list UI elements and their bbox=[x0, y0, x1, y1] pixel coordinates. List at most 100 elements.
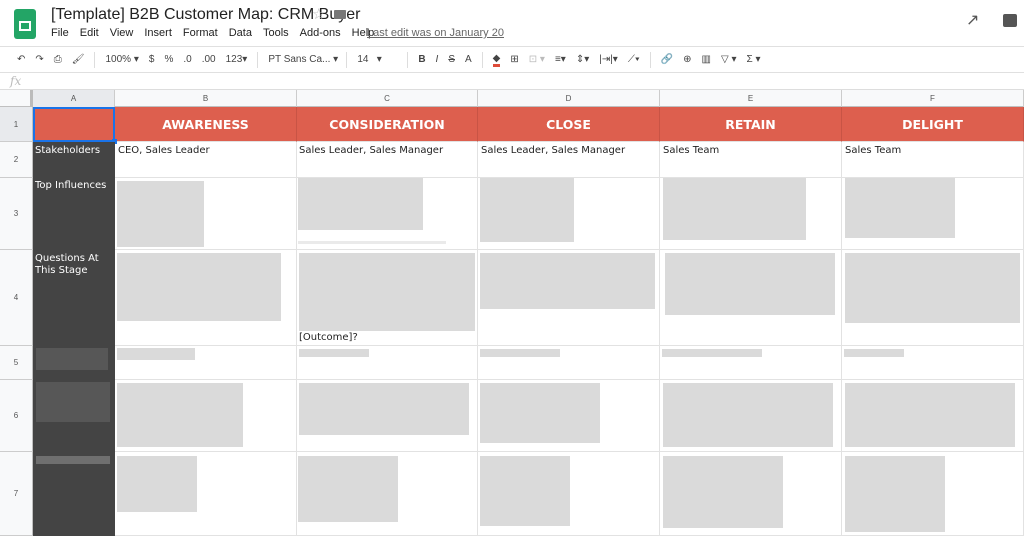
formula-bar[interactable] bbox=[0, 73, 1024, 90]
redacted-label bbox=[36, 348, 108, 370]
currency-button[interactable]: $ bbox=[149, 54, 155, 65]
stage-close[interactable]: CLOSE bbox=[478, 107, 660, 142]
select-all-corner[interactable] bbox=[0, 90, 33, 107]
menu-file[interactable]: File bbox=[51, 27, 69, 39]
horizontal-align-icon[interactable]: ≡▾ bbox=[555, 54, 566, 65]
redacted-text bbox=[845, 178, 955, 238]
cell-c4-fragment: [Outcome]? bbox=[299, 332, 358, 343]
redacted-text bbox=[663, 383, 833, 447]
redacted-text bbox=[844, 349, 904, 357]
vertical-align-icon[interactable]: ⇕▾ bbox=[576, 54, 589, 65]
menu-tools[interactable]: Tools bbox=[263, 27, 289, 39]
font-size-select[interactable]: 14 ▾ bbox=[357, 54, 397, 65]
cell-b2[interactable]: CEO, Sales Leader bbox=[118, 145, 210, 156]
title-bar: [Template] B2B Customer Map: CRM Buyer ☆… bbox=[0, 0, 1024, 46]
menu-addons[interactable]: Add-ons bbox=[300, 27, 341, 39]
fill-color-icon[interactable]: ◆ bbox=[492, 53, 501, 67]
text-rotation-icon[interactable]: ⟋▾ bbox=[628, 54, 640, 65]
label-top-influences[interactable]: Top Influences bbox=[35, 180, 106, 191]
paint-format-icon[interactable]: 🖌 bbox=[72, 54, 85, 65]
column-header-f[interactable]: F bbox=[842, 90, 1024, 107]
row-header-2[interactable]: 2 bbox=[0, 142, 33, 178]
menu-view[interactable]: View bbox=[110, 27, 134, 39]
toolbar: ↶ ↷ ⎙ 🖌 100% ▾ $ % .0 .00 123▾ PT Sans C… bbox=[0, 46, 1024, 73]
strikethrough-button[interactable]: S bbox=[448, 54, 455, 65]
bold-button[interactable]: B bbox=[418, 54, 425, 65]
row-header-1[interactable]: 1 bbox=[0, 107, 33, 142]
insert-comment-icon[interactable]: ⊕ bbox=[683, 54, 691, 65]
divider bbox=[649, 51, 651, 68]
folder-icon[interactable] bbox=[334, 10, 346, 19]
redacted-text bbox=[845, 383, 1015, 447]
functions-icon[interactable]: Σ ▾ bbox=[747, 54, 761, 65]
star-icon[interactable]: ☆ bbox=[312, 5, 325, 23]
cell-d2[interactable]: Sales Leader, Sales Manager bbox=[481, 145, 625, 156]
row-header-7[interactable]: 7 bbox=[0, 452, 33, 536]
row-header-3[interactable]: 3 bbox=[0, 178, 33, 250]
cell-f2[interactable]: Sales Team bbox=[845, 145, 901, 156]
redo-icon[interactable]: ↷ bbox=[35, 54, 43, 65]
insert-chart-icon[interactable]: ▥ bbox=[702, 54, 711, 65]
redacted-text bbox=[117, 456, 197, 512]
row-header-6[interactable]: 6 bbox=[0, 380, 33, 452]
column-headers: A B C D E F bbox=[0, 90, 1024, 107]
comment-icon[interactable] bbox=[1003, 14, 1017, 27]
redacted-text bbox=[299, 349, 369, 357]
sheets-logo-icon[interactable] bbox=[14, 9, 36, 39]
stage-delight[interactable]: DELIGHT bbox=[842, 107, 1024, 142]
redacted-text bbox=[480, 456, 570, 526]
text-wrap-icon[interactable]: |⇥|▾ bbox=[599, 54, 618, 65]
font-value: PT Sans Ca... bbox=[268, 54, 331, 65]
column-header-c[interactable]: C bbox=[297, 90, 478, 107]
redacted-text bbox=[298, 456, 398, 522]
increase-decimal-button[interactable]: .00 bbox=[202, 54, 216, 65]
divider bbox=[481, 51, 483, 68]
print-icon[interactable]: ⎙ bbox=[54, 54, 62, 65]
label-stakeholders[interactable]: Stakeholders bbox=[35, 145, 100, 156]
menu-format[interactable]: Format bbox=[183, 27, 218, 39]
cell-e2[interactable]: Sales Team bbox=[663, 145, 719, 156]
decrease-decimal-button[interactable]: .0 bbox=[183, 54, 191, 65]
font-select[interactable]: PT Sans Ca... ▾ bbox=[268, 54, 338, 65]
fx-icon: fx bbox=[10, 74, 22, 88]
borders-icon[interactable]: ⊞ bbox=[510, 54, 518, 65]
link-icon[interactable]: 🔗 bbox=[661, 54, 673, 65]
merge-cells-icon[interactable]: ⊡ ▾ bbox=[529, 54, 545, 65]
percent-button[interactable]: % bbox=[164, 54, 173, 65]
row-header-4[interactable]: 4 bbox=[0, 250, 33, 346]
redacted-text bbox=[480, 383, 600, 443]
format-value: 123 bbox=[225, 54, 243, 65]
zoom-select[interactable]: 100% ▾ bbox=[105, 54, 138, 65]
text-color-button[interactable]: A bbox=[465, 54, 472, 65]
menu-edit[interactable]: Edit bbox=[80, 27, 99, 39]
column-header-a[interactable]: A bbox=[33, 90, 115, 107]
label-questions[interactable]: Questions At This Stage bbox=[35, 253, 111, 277]
redacted-text bbox=[663, 178, 806, 240]
column-header-d[interactable]: D bbox=[478, 90, 660, 107]
redacted-text bbox=[299, 383, 469, 435]
italic-button[interactable]: I bbox=[436, 54, 439, 65]
redacted-text bbox=[845, 253, 1020, 323]
stage-consideration[interactable]: CONSIDERATION bbox=[297, 107, 478, 142]
redacted-text bbox=[117, 348, 195, 360]
filter-icon[interactable]: ▽ ▾ bbox=[721, 54, 737, 65]
column-header-b[interactable]: B bbox=[115, 90, 297, 107]
last-edit-link[interactable]: Last edit was on January 20 bbox=[367, 27, 504, 39]
menu-data[interactable]: Data bbox=[229, 27, 252, 39]
activity-trend-icon[interactable]: ↗ bbox=[966, 10, 979, 30]
stage-retain[interactable]: RETAIN bbox=[660, 107, 842, 142]
menu-bar: File Edit View Insert Format Data Tools … bbox=[51, 27, 374, 39]
font-size-value: 14 bbox=[357, 54, 369, 65]
undo-icon[interactable]: ↶ bbox=[17, 54, 25, 65]
column-header-e[interactable]: E bbox=[660, 90, 842, 107]
more-formats-select[interactable]: 123▾ bbox=[226, 54, 248, 65]
row-header-5[interactable]: 5 bbox=[0, 346, 33, 380]
stage-awareness[interactable]: AWARENESS bbox=[115, 107, 297, 142]
redacted-text bbox=[845, 456, 945, 532]
menu-insert[interactable]: Insert bbox=[144, 27, 172, 39]
redacted-label bbox=[36, 382, 110, 422]
redacted-text bbox=[117, 181, 204, 247]
cell-a1-selected[interactable] bbox=[33, 107, 115, 142]
redacted-text bbox=[480, 178, 574, 242]
cell-c2[interactable]: Sales Leader, Sales Manager bbox=[299, 145, 443, 156]
